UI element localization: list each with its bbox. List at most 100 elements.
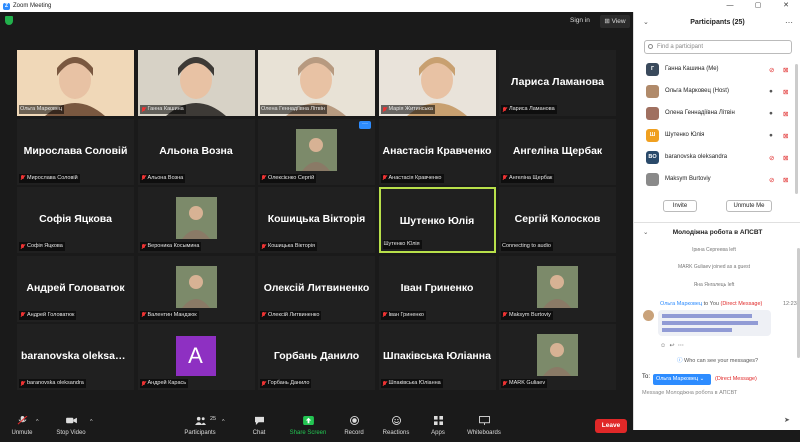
video-tile[interactable]: Ганна Кашина [137,50,255,116]
whiteboards-button[interactable]: Whiteboards [462,416,506,436]
recipient-dropdown[interactable]: Ольга Марковец ⌄ [653,374,711,385]
video-tile[interactable]: Марія Житинська [378,50,496,116]
collapse-chevron-icon[interactable]: ⌄ [643,12,649,34]
video-tile[interactable]: Валентин Мандзюк [137,255,255,322]
video-tile[interactable]: Лариса Ламанова Лариса Ламанова [499,50,616,116]
video-tile[interactable]: baranovska oleksandra baranovska oleksand… [17,324,134,390]
participant-row[interactable]: Олена Геннадіївна Літвін ● ⊠ [634,103,794,125]
participant-row[interactable]: Ольга Марковец (Host) ● ⊠ [634,81,794,103]
mic-icon: ● [769,88,773,95]
mic-muted-icon [502,175,507,181]
mic-muted-icon [20,380,25,387]
mic-muted-icon [502,106,507,113]
minimize-button[interactable]: — [716,0,744,12]
participants-scrollbar[interactable] [795,64,798,194]
mic-muted-icon [382,175,387,181]
video-tile[interactable]: Горбань Данило Горбань Данило [258,324,375,390]
find-participant-input[interactable]: Find a participant [644,40,792,54]
reply-icon[interactable]: ↩ [669,343,674,349]
popout-icon[interactable]: ⋯ [785,12,793,34]
who-can-see-link[interactable]: ⓘ Who can see your messages? [634,356,800,364]
maximize-button[interactable]: ▢ [744,0,772,12]
message-actions[interactable]: ☺ ↩ ⋯ [660,342,684,349]
video-tile[interactable]: Maksym Burtoviy [499,255,616,322]
leave-button[interactable]: Leave [595,419,627,433]
stop-video-button[interactable]: Stop Video [49,416,93,436]
video-tile[interactable]: Вероника Косымина [137,187,255,253]
video-options-caret-icon[interactable]: ^ [90,419,93,425]
participant-caption: Марія Житинська [380,105,435,114]
chat-button[interactable]: Chat [237,416,281,436]
reactions-button[interactable]: Reactions [374,416,418,436]
share-screen-icon [302,416,314,425]
participant-row[interactable]: BO baranovska oleksandra ⊘ ⊠ [634,147,794,169]
record-label: Record [344,430,364,436]
video-tile[interactable]: Сергій Колосков Connecting to audio [499,187,616,253]
participant-caption: baranovska oleksandra [19,379,86,388]
message-bubble[interactable] [658,310,771,336]
participants-caret-icon[interactable]: ^ [222,419,225,425]
video-tile[interactable]: MARK Guliaev [499,324,616,390]
participant-row[interactable]: Ш Шутенко Юлія ● ⊠ [634,125,794,147]
video-tile[interactable]: A Андрей Карась [137,324,255,390]
mic-muted-icon [141,243,146,250]
video-tile[interactable]: Олена Геннадіївна Літвін [258,50,375,116]
video-tile[interactable]: Андрей Головатюк Андрей Головатюк [17,255,134,322]
message-sender: Ольга Марковец to You (Direct Message) [660,301,762,307]
more-actions-icon[interactable]: ⋯ [678,343,684,349]
participant-caption: Шутенко Юлія [382,240,422,249]
participant-avatar [646,107,659,120]
chat-message-input[interactable]: Message Молодіжна робота в АПСВТ [642,390,737,396]
video-tile[interactable]: Шутенко Юлія Шутенко Юлія [378,187,496,253]
video-tile[interactable]: Кошицька Вікторія Кошицька Вікторія [258,187,375,253]
unmute-me-button[interactable]: Unmute Me [726,200,772,212]
video-tile[interactable]: Анастасія Кравченко Анастасія Кравченко [378,118,496,185]
video-tile[interactable]: Ольга Марковец [17,50,134,116]
sign-in-link[interactable]: Sign in [570,17,590,24]
participant-name-display: Мирослава Соловій [23,144,128,157]
record-button[interactable]: Record [332,416,376,436]
chat-collapse-chevron-icon[interactable]: ⌄ [643,223,648,243]
add-reaction-icon[interactable]: ☺ [660,343,666,349]
zoom-window: Z Zoom Meeting — ▢ ✕ Sign in ⊞ View Ольг… [0,0,800,442]
video-tile[interactable]: Олексій Литвиненко Олексій Литвиненко [258,255,375,322]
mic-muted-icon [141,106,146,113]
invite-button[interactable]: Invite [663,200,697,212]
video-tile[interactable]: Шпаківська Юліанна Шпаківська Юліанна [378,324,496,390]
video-tile[interactable]: Мирослава Соловій Мирослава Соловій [17,118,134,185]
video-camera-icon [65,417,77,424]
participant-name: baranovska oleksandra [665,154,728,160]
video-tile[interactable]: Ангеліна Щербак Ангеліна Щербак [499,118,616,185]
mic-muted-icon [20,175,25,181]
video-tile[interactable]: ··· Олексієнко Сергій [258,118,375,185]
participant-caption-text: Софія Яцкова [27,243,63,249]
mic-muted-icon [261,312,266,318]
window-title: Zoom Meeting [13,3,52,9]
participant-row[interactable]: Maksym Burtoviy ⊘ ⊠ [634,169,794,191]
participants-title: Participants (25) [690,19,745,26]
apps-button[interactable]: Apps [416,416,460,436]
side-panel: ⌄ Participants (25) ⋯ Find a participant… [633,12,800,430]
participant-caption-text: baranovska oleksandra [27,380,84,386]
close-button[interactable]: ✕ [772,0,800,12]
video-tile[interactable]: Альона Возна Альона Возна [137,118,255,185]
participant-caption: Софія Яцкова [19,242,65,251]
participant-name-display: Андрей Головатюк [26,281,125,294]
tile-more-options-icon[interactable]: ··· [359,120,371,129]
mic-icon: ● [769,132,773,139]
participant-caption: Валентин Мандзюк [139,310,199,320]
share-screen-button[interactable]: Share Screen [286,416,330,436]
mic-muted-icon [141,175,146,181]
participant-row[interactable]: Г Ганна Кашина (Me) ⊘ ⊠ [634,59,794,81]
view-button[interactable]: ⊞ View [600,15,630,28]
video-tile[interactable]: Іван Гриненко Іван Гриненко [378,255,496,322]
audio-options-caret-icon[interactable]: ^ [36,419,39,425]
participant-avatar: Г [646,63,659,76]
security-shield-icon[interactable] [5,16,13,25]
video-tile[interactable]: Софія Яцкова Софія Яцкова [17,187,134,253]
participant-avatar [646,173,659,186]
send-icon[interactable]: ➤ [784,416,790,424]
system-message: Яна Янгалець left [693,282,735,288]
mic-muted-icon [382,312,387,318]
participant-name-display: Анастасія Кравченко [382,144,492,157]
